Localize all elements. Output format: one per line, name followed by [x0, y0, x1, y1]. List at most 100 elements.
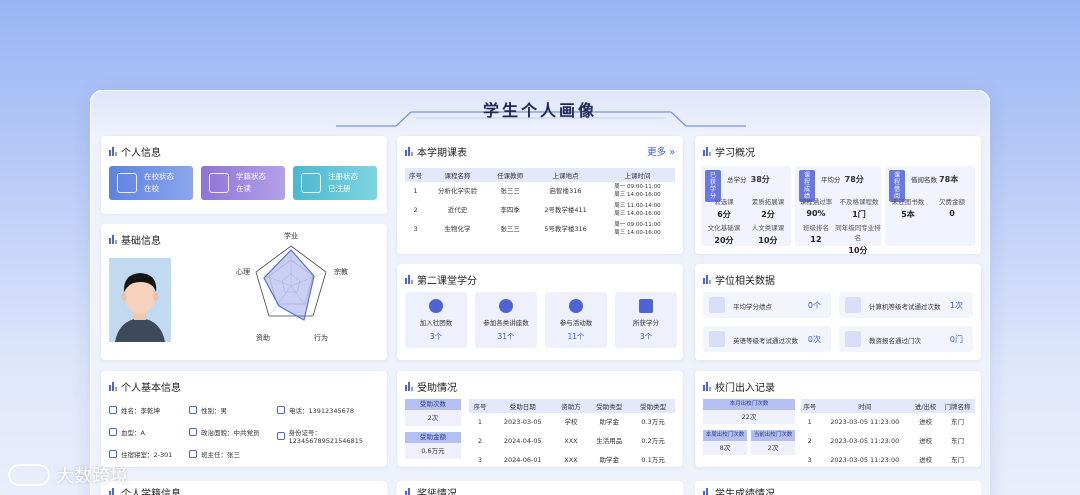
tile-clubs: 加入社团数 3个: [405, 292, 467, 348]
card-title: 学生成绩情况: [715, 488, 775, 495]
info-teacher: 班主任：张三: [189, 449, 240, 459]
watermark-text: 大数跨境: [56, 466, 128, 487]
pill-value: 已注册: [328, 184, 351, 193]
basic-info-card: 基础信息 学业 宗教 行为 资助 心理: [101, 224, 387, 360]
aid-card: 受助情况 受助次数 2次 受助金额 0.6万元 序号 受助日期 资助方 受助类型…: [397, 371, 683, 467]
rewards-card: 奖惩情况: [397, 481, 683, 495]
cell: 进校: [919, 417, 933, 426]
mini-stat: 人文类课课 10分: [747, 222, 789, 246]
gender-icon: [189, 406, 197, 414]
gate-week-value: 8次: [703, 441, 747, 455]
card-title: 基础信息: [121, 235, 161, 247]
cell: 5号教学楼316: [544, 224, 587, 233]
personal-basic-info-card: 个人基本信息 姓名：李乾坤 性别：男 电话：13912345678 血型：A 政…: [101, 371, 387, 467]
mini-label: 欠费金额: [939, 198, 965, 206]
aid-count-label: 受助次数: [405, 399, 461, 410]
aid-summary: 受助次数 2次 受助金额 0.6万元: [405, 399, 461, 459]
more-link[interactable]: 更多 »: [647, 144, 675, 158]
gate-summary: 本月出校门次数 22次 本周出校门次数 8次 当前出校门次数 2次: [703, 399, 795, 455]
info-text: 政治面貌：中共党员: [201, 429, 260, 437]
dashboard-frame: 学生个人画像 个人信息 在校状态 在校 学籍状态 在读 注册状态 已注册 基础信息: [90, 90, 990, 495]
card-header: 学位相关数据: [703, 270, 775, 288]
cell: 1: [413, 186, 418, 195]
mini-label: 公选课: [714, 198, 734, 206]
col-header: 课程名称: [426, 168, 490, 182]
pill-value: 在校: [144, 184, 159, 193]
more-label[interactable]: 更多: [647, 147, 666, 158]
card-title: 学习概况: [715, 147, 755, 159]
degree-value: 0次: [807, 335, 821, 344]
col-header: 序号: [469, 399, 491, 413]
info-text: 性别：男: [201, 407, 227, 415]
graduation-cap-icon: [209, 173, 229, 193]
library-block: 课程借阅 借阅名数 78本 未还图书数 5本 欠费金额 0: [885, 166, 975, 246]
info-name: 姓名：李乾坤: [109, 405, 160, 415]
mini-value: 20分: [714, 236, 734, 245]
schedule-table-wrap: 序号 课程名称 任课教师 上课地点 上课时间 1 分析化学实验 张三三 启智楼316 周…: [405, 168, 675, 239]
title-bar: 学生个人画像: [91, 91, 989, 136]
col-header: 受助类型: [587, 399, 632, 413]
drop-icon: [109, 428, 117, 436]
info-text: 血型：A: [121, 429, 145, 437]
card-header: 奖惩情况: [405, 483, 457, 495]
gate-month-value: 22次: [703, 410, 795, 424]
bar-chart-icon: [109, 487, 117, 495]
card-title: 个人学籍信息: [121, 488, 181, 495]
pill-label: 在校状态: [144, 172, 174, 181]
cell: 张三三: [500, 224, 520, 233]
col-header: 受助类型: [631, 399, 675, 413]
info-dorm: 住宿寝室：2-301: [109, 449, 172, 459]
col-header: 序号: [801, 399, 819, 413]
info-text: 身份证号：123456789521546815: [288, 429, 363, 445]
table-row: 2 2023-03-05 11:23:00 进校 东门: [801, 432, 975, 451]
cell: 启智楼316: [549, 186, 582, 195]
bar-chart-icon: [405, 381, 413, 391]
bar-chart-icon: [703, 274, 711, 284]
gate-table: 序号 时间 进/出校 门牌名称 1 2023-03-05 11:23:00 进校 东门…: [801, 399, 975, 470]
mini-value: 5本: [901, 210, 915, 219]
gate-day-label: 当前出校门次数: [751, 430, 795, 441]
card-header: 本学期课表: [405, 142, 467, 160]
col-header: 门牌名称: [940, 399, 975, 413]
cell: 2024-06-01: [503, 455, 542, 464]
tile-lectures: 参加各类讲座数 31个: [475, 292, 537, 348]
col-header: 任课教师: [489, 168, 532, 182]
pill-label: 注册状态: [328, 172, 358, 181]
grades-block: 课程成绩 平均分 78分 课程通过率 90% 不及格课程数 1门 班级排名 12 同年…: [795, 166, 881, 255]
tile-value: 31个: [497, 332, 515, 341]
degree-label: 教资报名通过门次: [869, 337, 921, 345]
table-row: 3 生物化学 张三三 5号教学楼316 周一 09:00-11:00 周三 14:00-…: [405, 220, 675, 239]
degree-label: 平均学分绩点: [733, 303, 772, 311]
cell: XXX: [564, 455, 578, 464]
aid-amount-label: 受助金额: [405, 432, 461, 443]
stat-label: 总学分: [727, 176, 747, 184]
cell: 东门: [951, 417, 965, 426]
cell: 2023-03-05 11:23:00: [830, 455, 900, 464]
table-row: 3 2024-06-01 XXX 助学金 0.1万元: [469, 451, 675, 470]
schedule-card: 本学期课表 更多 » 序号 课程名称 任课教师 上课地点 上课时间 1 分析化学实…: [397, 136, 683, 254]
card-header: 个人基本信息: [109, 377, 181, 395]
gate-week: 本周出校门次数 8次: [703, 430, 747, 455]
cell: 3: [807, 455, 812, 464]
building-icon: [117, 173, 137, 193]
cell: 0.1万元: [641, 455, 665, 464]
bar-chart-icon: [405, 146, 413, 156]
computer-icon: [845, 297, 861, 313]
mini-value: 1门: [852, 210, 866, 219]
mini-label: 人文类课课: [751, 224, 785, 232]
table-row: 1 分析化学实验 张三三 启智楼316 周一 09:00-11:00 周三 14:00-…: [405, 182, 675, 201]
cell: 2: [413, 205, 418, 214]
degree-gpa: 平均学分绩点 0个: [703, 292, 831, 318]
card-header: 学习概况: [703, 142, 755, 160]
mini-stat: 不及格课程数 1门: [837, 196, 881, 220]
cell: 进校: [919, 436, 933, 445]
double-chevron-icon[interactable]: »: [669, 147, 675, 158]
stat-label: 平均分: [821, 176, 841, 184]
cell: 2023-03-05: [503, 417, 542, 426]
mini-stat: 课程通过率 90%: [795, 196, 837, 218]
student-avatar: [109, 258, 171, 342]
stat-value: 78本: [939, 175, 959, 184]
mini-stat: 文化基础课 20分: [703, 222, 745, 246]
info-gender: 性别：男: [189, 405, 227, 415]
radar-label-religion: 宗教: [334, 267, 348, 276]
